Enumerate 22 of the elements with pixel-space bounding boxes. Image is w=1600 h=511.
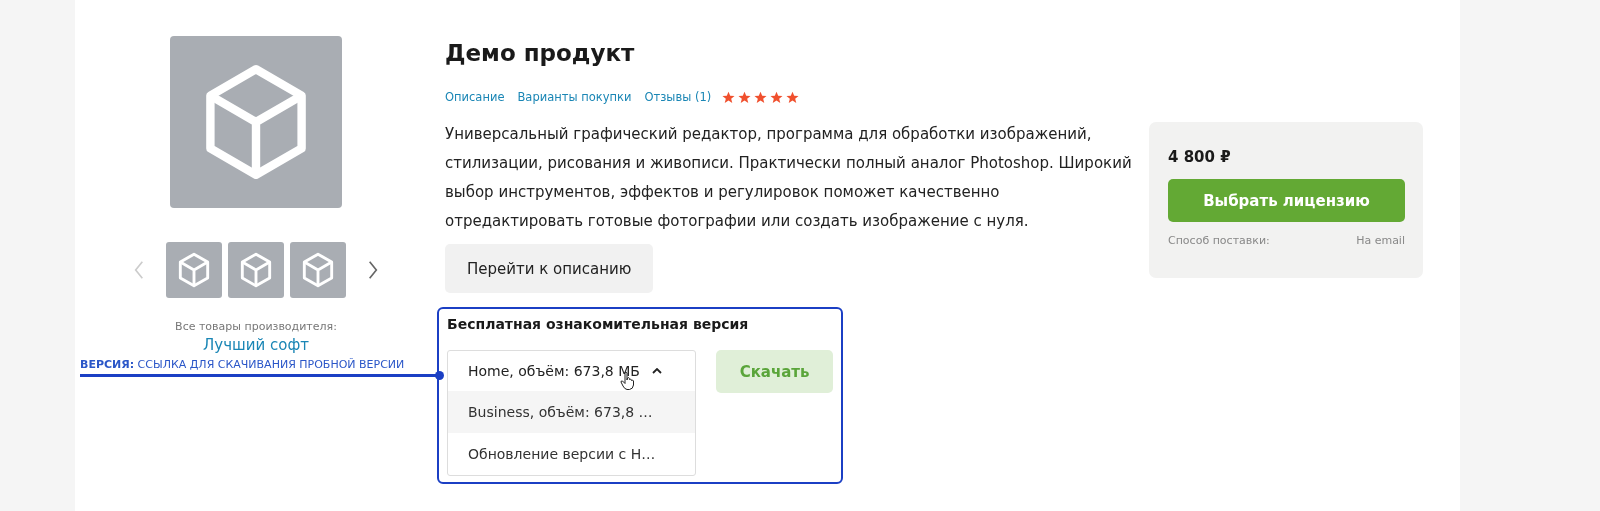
- choose-license-button[interactable]: Выбрать лицензию: [1168, 179, 1405, 222]
- download-button[interactable]: Скачать: [716, 350, 833, 393]
- thumbnail[interactable]: [166, 242, 222, 298]
- maker-caption: Все товары производителя:: [175, 320, 337, 333]
- caret-icon: [651, 368, 662, 374]
- maker-link[interactable]: Лучший софт: [203, 336, 309, 354]
- annotation-label: ВЕРСИЯ: ССЫЛКА ДЛЯ СКАЧИВАНИЯ ПРОБНОЙ ВЕРСИИ: [80, 358, 406, 371]
- trial-title: Бесплатная ознакомительная версия: [447, 316, 750, 332]
- product-title: Демо продукт: [445, 40, 636, 66]
- product-description: Универсальный графический редактор, программа для обработки изображений, стилизации, рисования и живописи. Практически полный аналог Photoshop. Широкий выбор инструментов, эффектов и регулировок поможет качественно отредактировать готовые фотографии или создать изображение с нуля.: [445, 124, 1133, 232]
- nav-link[interactable]: Варианты покупки: [517, 90, 632, 104]
- dropdown-option[interactable]: Business, объём: 673,8 …: [448, 391, 696, 433]
- delivery-value: На email: [1356, 234, 1405, 247]
- delivery-label: Способ поставки:: [1168, 234, 1270, 247]
- version-select[interactable]: Home, объём: 673,8 МБ: [448, 351, 696, 391]
- nav-link[interactable]: Отзывы (1): [644, 90, 712, 104]
- nav-link[interactable]: Описание: [445, 90, 505, 104]
- price: 4 800 ₽: [1168, 148, 1232, 166]
- thumbnail[interactable]: [228, 242, 284, 298]
- thumbnail[interactable]: [290, 242, 346, 298]
- description-button[interactable]: Перейти к описанию: [445, 244, 654, 293]
- dropdown-option[interactable]: Обновление версии с Н…: [448, 433, 696, 475]
